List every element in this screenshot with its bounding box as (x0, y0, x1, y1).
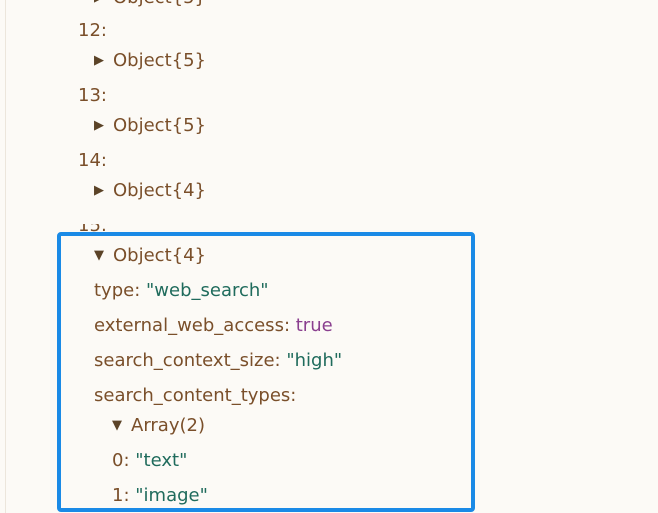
tree-row-item-15[interactable]: ▼ Object{4} (94, 244, 206, 268)
expand-arrow-icon[interactable]: ▶ (94, 49, 113, 73)
array-index-label: 14: (78, 150, 107, 171)
tree-row-item-13[interactable]: ▶ Object{5} (94, 114, 206, 138)
property-key: external_web_access: (94, 315, 291, 336)
property-value: "web_search" (146, 280, 269, 301)
tree-row-item-14[interactable]: ▶ Object{4} (94, 179, 206, 203)
expand-arrow-icon[interactable]: ▶ (94, 0, 113, 10)
collapse-arrow-icon[interactable]: ▼ (112, 414, 131, 438)
tree-row-prev[interactable]: ▶Object{5} (94, 0, 206, 10)
object-summary: Object{4} (113, 180, 206, 201)
array-item-row: 1: "image" (112, 484, 208, 508)
tree-row-item-12[interactable]: ▶ Object{5} (94, 49, 206, 73)
expand-arrow-icon[interactable]: ▶ (94, 114, 113, 138)
array-item-index: 1: (112, 485, 130, 506)
array-item-value: "text" (135, 450, 188, 471)
divider (5, 0, 6, 513)
property-row-search-context-size: search_context_size: "high" (94, 349, 342, 373)
property-key: search_content_types: (94, 385, 297, 406)
array-index-label: 13: (78, 85, 107, 106)
array-index-label: 15: (78, 215, 107, 234)
property-key: type: (94, 280, 141, 301)
array-item-index: 0: (112, 450, 130, 471)
array-index-label: 12: (78, 20, 107, 41)
tree-row-array[interactable]: ▼ Array(2) (112, 414, 205, 438)
array-item-value: "image" (135, 485, 208, 506)
array-summary: Array(2) (131, 415, 205, 436)
collapse-arrow-icon[interactable]: ▼ (94, 244, 113, 268)
object-summary: Object{5} (113, 115, 206, 136)
array-item-row: 0: "text" (112, 449, 187, 473)
object-summary: Object{5} (113, 50, 206, 71)
property-row-search-content-types: search_content_types: (94, 384, 296, 408)
property-value: true (295, 315, 333, 336)
property-value: "high" (286, 350, 343, 371)
json-tree-viewer: ▶Object{5} 12: ▶Object{5} 13: ▶Object{5}… (0, 0, 658, 513)
property-key: search_context_size: (94, 350, 281, 371)
property-row-type: type: "web_search" (94, 279, 269, 303)
expand-arrow-icon[interactable]: ▶ (94, 179, 113, 203)
object-summary: Object{4} (113, 245, 206, 266)
property-row-external-web-access: external_web_access: true (94, 314, 333, 338)
